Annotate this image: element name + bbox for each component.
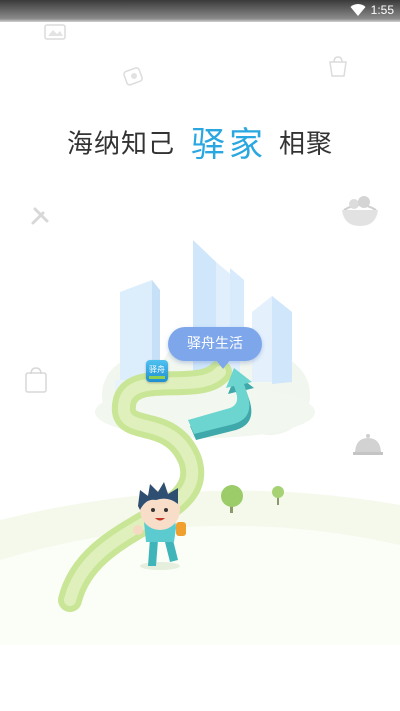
brand-name: 驿家 — [191, 124, 267, 165]
salad-bowl-icon — [342, 196, 378, 226]
headline-text-2: 相聚 — [279, 129, 334, 160]
headline: 海纳知己 驿家 相聚 — [0, 122, 400, 167]
app-icon: 驿舟 — [146, 360, 168, 382]
headline-text-1: 海纳知己 — [66, 129, 175, 160]
wrench-icon — [31, 207, 49, 225]
city-illustration — [0, 240, 400, 645]
coin-icon — [123, 67, 143, 86]
cart-icon — [329, 56, 347, 77]
app-name-tag: 驿舟生活 — [168, 327, 262, 369]
wifi-icon — [350, 4, 366, 17]
status-bar: 1:55 — [0, 0, 400, 22]
photo-icon — [44, 24, 66, 40]
status-time: 1:55 — [370, 3, 394, 17]
